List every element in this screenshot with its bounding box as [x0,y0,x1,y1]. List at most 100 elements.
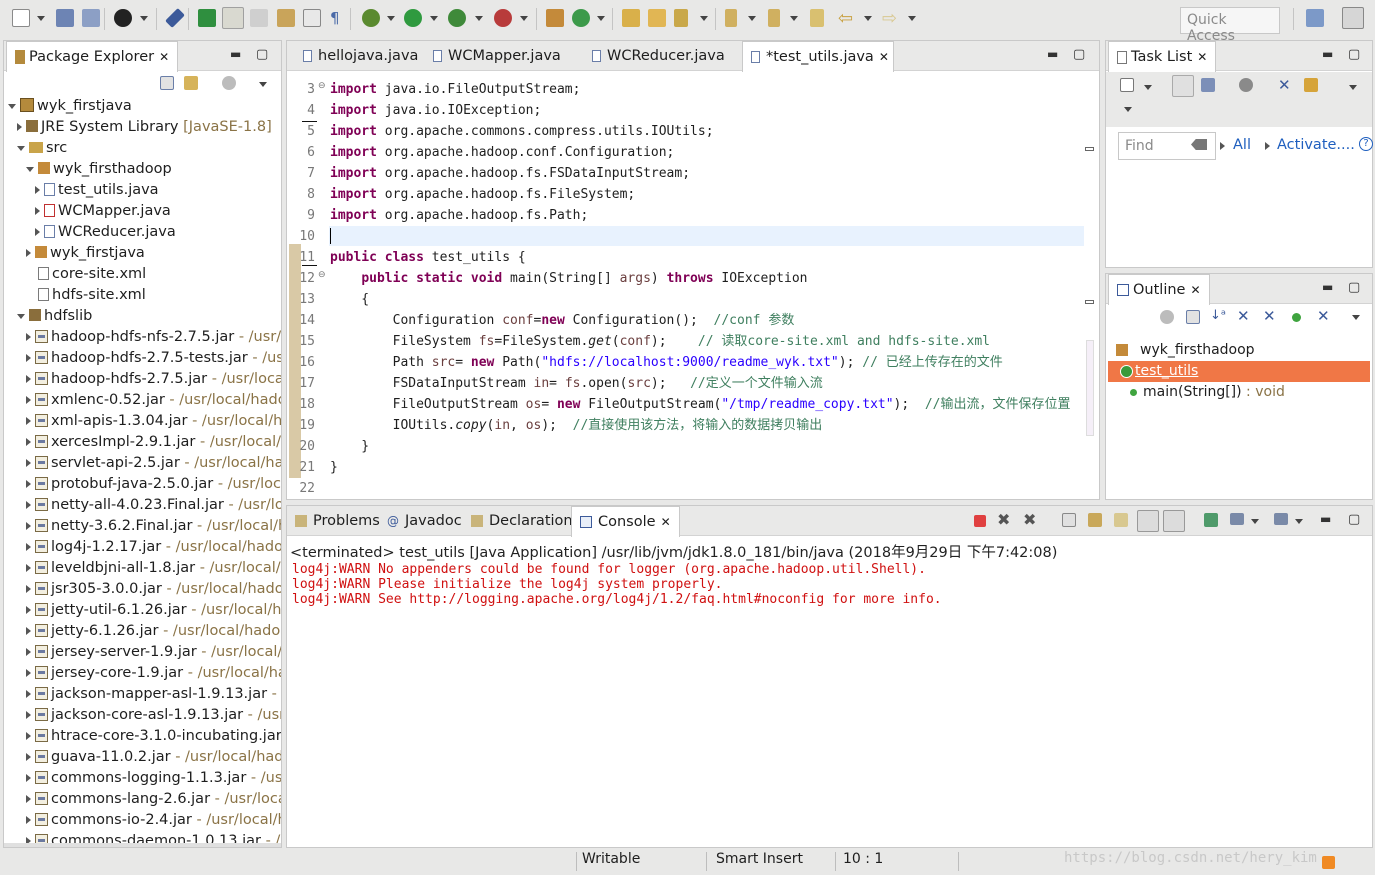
tab-task-list[interactable]: Task List ✕ [1108,41,1217,72]
tree-item[interactable]: WCMapper.java [4,201,281,222]
chevron-right-icon[interactable] [26,459,31,467]
tree-item[interactable]: hadoop-hdfs-2.7.5-tests.jar - /usr/ [4,348,281,369]
tree-item[interactable]: hadoop-hdfs-nfs-2.7.5.jar - /usr/lo [4,327,281,348]
all-link[interactable]: All [1233,137,1251,153]
debug-icon[interactable] [362,9,380,27]
overview-ruler[interactable] [1084,72,1096,499]
hide-completed-icon[interactable]: ✕ [1278,76,1291,94]
tree-item[interactable]: jersey-server-1.9.jar - /usr/local/ha [4,642,281,663]
tab-javadoc[interactable]: @ Javadoc [379,506,470,536]
hide-nonpublic-icon[interactable] [1292,313,1301,322]
search-icon[interactable] [674,9,688,27]
view-menu-icon[interactable] [259,82,267,87]
focus-workweek-icon[interactable] [1239,78,1253,92]
chevron-right-icon[interactable] [26,438,31,446]
save-icon[interactable] [56,9,74,27]
console-output[interactable]: log4j:WARN No appenders could be found f… [292,562,1372,847]
tree-item[interactable]: netty-all-4.0.23.Final.jar - /usr/local [4,495,281,516]
tree-item[interactable]: wyk_firsthadoop [4,159,281,180]
open-type-icon[interactable] [277,9,295,27]
close-icon[interactable]: ✕ [159,50,169,64]
chevron-down-icon[interactable] [908,16,916,21]
chevron-down-icon[interactable] [8,103,16,109]
chevron-down-icon[interactable] [520,16,528,21]
tree-item[interactable]: log4j-1.2.17.jar - /usr/local/hadoop [4,537,281,558]
collapse-icon[interactable] [1304,78,1318,92]
show-stderr-icon[interactable] [1163,510,1185,532]
display-console-icon[interactable] [1230,513,1244,525]
clear-console-icon[interactable] [1062,513,1076,527]
tree-item[interactable]: JRE System Library [JavaSE-1.8] [4,117,281,138]
sort-icon[interactable]: ↓ᵃ [1210,308,1226,323]
chevron-right-icon[interactable] [26,648,31,656]
editor-tab[interactable]: *test_utils.java ✕ [742,41,894,72]
pin-console-icon[interactable] [1204,513,1218,527]
last-edit-icon[interactable] [810,9,824,27]
code-area[interactable]: 3 import java.io.FileOutputStream; 4 import… [287,79,1099,499]
code-line[interactable]: import java.io.FileOutputStream; [330,79,580,100]
minimize-icon[interactable]: ▬ [230,47,241,61]
code-line[interactable]: Configuration conf=new Configuration(); … [330,310,795,331]
editor-tab[interactable]: WCReducer.java [584,41,733,71]
tab-outline[interactable]: Outline ✕ [1108,274,1210,305]
chevron-down-icon[interactable] [1144,85,1152,90]
outline-item[interactable]: wyk_firsthadoop [1108,340,1370,361]
chevron-down-icon[interactable] [748,16,756,21]
close-icon[interactable]: ✕ [879,50,889,64]
chevron-down-icon[interactable] [26,166,34,172]
prev-annotation-icon[interactable] [768,9,780,27]
quick-access-field[interactable]: Quick Access [1180,7,1280,44]
tree-item[interactable]: commons-logging-1.1.3.jar - /usr/l [4,768,281,789]
tree-item[interactable]: jackson-mapper-asl-1.9.13.jar - /us [4,684,281,705]
tree-item[interactable]: hadoop-hdfs-2.7.5.jar - /usr/local/ [4,369,281,390]
code-line[interactable]: FileSystem fs=FileSystem.get(conf); // 读… [330,331,990,352]
tree-item[interactable]: xercesImpl-2.9.1.jar - /usr/local/ha [4,432,281,453]
scroll-lock-icon[interactable] [1088,513,1102,527]
chevron-right-icon[interactable] [26,375,31,383]
tree-item[interactable]: wyk_firstjava [4,243,281,264]
tree-item[interactable]: commons-lang-2.6.jar - /usr/local/ [4,789,281,810]
chevron-right-icon[interactable] [26,795,31,803]
chevron-right-icon[interactable] [26,354,31,362]
toggle-mark-icon[interactable] [250,9,268,27]
minimize-icon[interactable]: ▬ [1047,47,1058,61]
next-annotation-icon[interactable] [725,9,737,27]
chevron-right-icon[interactable] [26,690,31,698]
new-class-icon[interactable] [546,9,564,27]
chevron-down-icon[interactable] [1124,107,1132,112]
new-interface-icon[interactable] [572,9,590,27]
chevron-right-icon[interactable] [35,207,40,215]
tree-item[interactable]: xml-apis-1.3.04.jar - /usr/local/had [4,411,281,432]
tree-item[interactable]: jetty-util-6.1.26.jar - /usr/local/hac [4,600,281,621]
new-icon[interactable] [12,9,30,27]
hide-fields-icon[interactable]: ✕ [1237,307,1250,325]
close-icon[interactable]: ✕ [1190,283,1200,297]
code-line[interactable]: Path src= new Path("hdfs://localhost:900… [330,352,1003,373]
code-line[interactable]: } [330,457,338,478]
open-console-icon[interactable] [1274,513,1288,525]
tree-item[interactable]: hdfslib [4,306,281,327]
close-icon[interactable]: ✕ [1197,50,1207,64]
paragraph-icon[interactable]: ¶ [330,9,340,27]
word-wrap-icon[interactable] [1114,513,1128,527]
tree-item[interactable]: src [4,138,281,159]
chevron-down-icon[interactable] [864,16,872,21]
rss-icon[interactable] [1322,856,1335,869]
tree-item[interactable]: jersey-core-1.9.jar - /usr/local/had [4,663,281,684]
external-tools-icon[interactable] [494,9,512,27]
chevron-right-icon[interactable] [26,774,31,782]
chevron-right-icon[interactable] [26,585,31,593]
chevron-right-icon[interactable] [26,522,31,530]
focus-icon[interactable] [222,76,236,90]
new-package-icon[interactable] [198,9,216,27]
hide-static-icon[interactable]: ✕ [1263,307,1276,325]
tab-problems[interactable]: Problems [287,506,388,536]
code-line[interactable]: import org.apache.commons.compress.utils… [330,121,714,142]
code-line[interactable]: import org.apache.hadoop.conf.Configurat… [330,142,674,163]
tree-item[interactable]: test_utils.java [4,180,281,201]
chevron-right-icon[interactable] [26,249,31,257]
back-icon[interactable]: ⇦ [838,8,853,29]
clear-icon[interactable] [1191,139,1207,150]
chevron-right-icon[interactable] [26,606,31,614]
highlight-icon[interactable] [222,7,244,29]
